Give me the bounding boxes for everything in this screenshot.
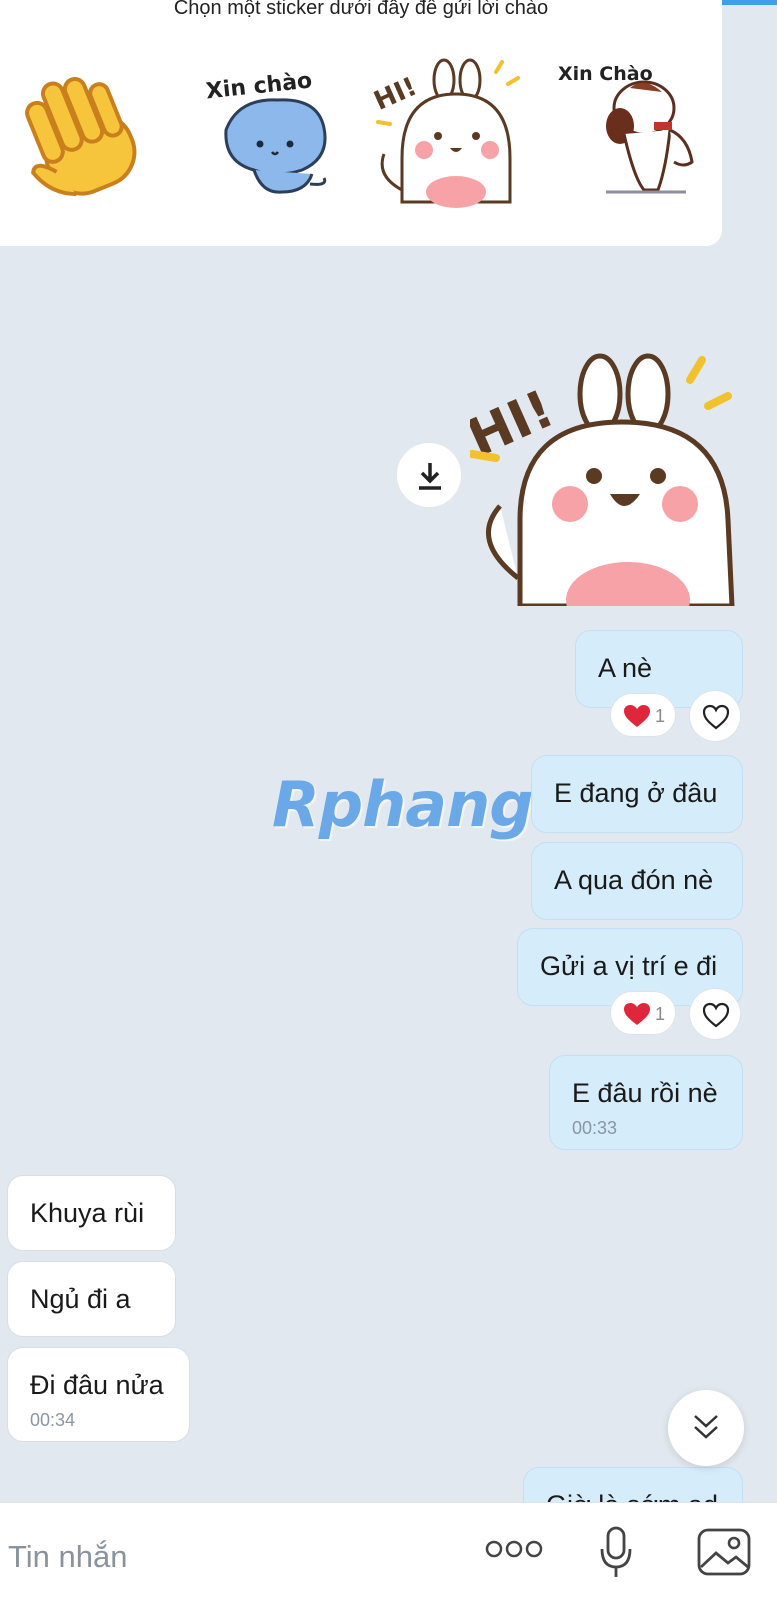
message-text: Ngủ đi a (30, 1284, 131, 1314)
image-gallery-icon[interactable] (696, 1527, 752, 1577)
sent-bunny-sticker[interactable]: HI! (459, 350, 748, 638)
message-composer: Tin nhắn (0, 1502, 777, 1600)
message-text: E đâu rồi nè (572, 1078, 718, 1108)
heart-outline-icon (702, 1002, 730, 1028)
message-time: 00:34 (30, 1410, 76, 1430)
double-chevron-down-icon (694, 1415, 718, 1439)
message-text: Đi đâu nửa (30, 1370, 164, 1400)
waving-hand-icon[interactable] (14, 58, 164, 208)
message-bubble-sent[interactable]: E đâu rồi nè 00:33 (549, 1055, 743, 1150)
heart-icon (624, 1003, 650, 1025)
more-options-icon[interactable] (484, 1539, 544, 1559)
reaction-badge[interactable]: 1 (610, 991, 676, 1035)
xin-chao-cat-sticker[interactable]: Xin chào (198, 58, 348, 208)
message-bubble-received[interactable]: Khuya rùi (7, 1175, 176, 1251)
download-button[interactable] (396, 442, 462, 508)
partial-message-clip: Giờ là sớm ad (0, 1460, 777, 1502)
like-button[interactable] (689, 988, 741, 1040)
message-bubble-received[interactable]: Ngủ đi a (7, 1261, 176, 1337)
scroll-to-bottom-button[interactable] (668, 1390, 744, 1466)
message-text: Gửi a vị trí e đi (540, 951, 718, 981)
reaction-count: 1 (655, 1004, 666, 1024)
sticker-hint-text: Chọn một sticker dưới đây để gửi lời chà… (173, 0, 549, 19)
message-text: Giờ là sớm ad (546, 1492, 718, 1503)
message-text: A nè (598, 653, 653, 683)
message-bubble-received[interactable]: Đi đâu nửa 00:34 (7, 1347, 190, 1442)
reaction-badge[interactable]: 1 (610, 693, 676, 737)
message-time: 00:33 (572, 1118, 618, 1138)
watermark-logo: Rphang (272, 768, 534, 841)
message-input[interactable]: Tin nhắn (8, 1539, 128, 1575)
heart-icon (624, 705, 650, 727)
message-text: Khuya rùi (30, 1198, 145, 1228)
message-bubble-sent[interactable]: E đang ở đâu (531, 755, 743, 833)
like-button[interactable] (689, 690, 741, 742)
sticker-suggestion-panel: Chọn một sticker dưới đây để gửi lời chà… (0, 0, 722, 246)
reaction-count: 1 (655, 706, 666, 726)
message-text: A qua đón nè (554, 865, 714, 895)
xin-chao-dog-sticker[interactable]: Xin Chào (554, 58, 704, 208)
cat-sticker-caption: Xin chào (205, 68, 314, 104)
heart-outline-icon (702, 704, 730, 730)
message-bubble-sent[interactable]: A qua đón nè (531, 842, 743, 920)
message-bubble-sent[interactable]: Giờ là sớm ad (523, 1467, 743, 1502)
hi-bunny-sticker[interactable]: HI! (370, 58, 522, 208)
message-text: E đang ở đâu (554, 778, 718, 808)
download-icon (419, 463, 441, 490)
microphone-icon[interactable] (598, 1525, 634, 1581)
